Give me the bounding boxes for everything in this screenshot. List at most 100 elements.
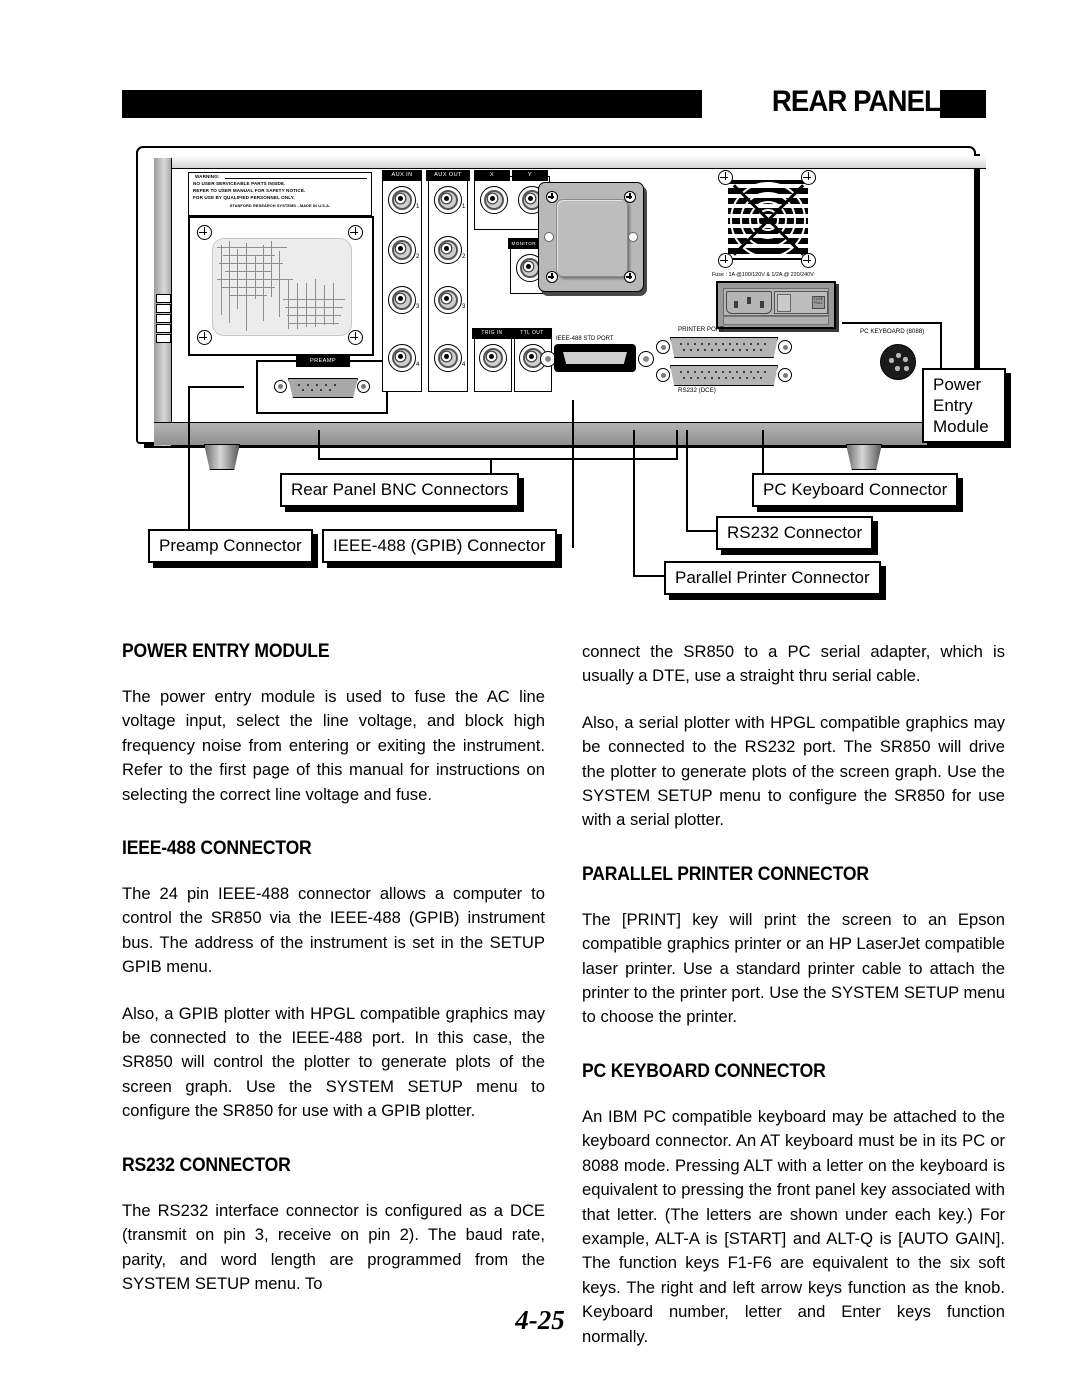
heading-ieee488-connector: IEEE-488 CONNECTOR	[122, 837, 312, 860]
power-entry-inner: FUSE PULL	[723, 288, 829, 316]
callout-gpib-connector: IEEE-488 (GPIB) Connector	[322, 529, 557, 563]
screw-icon	[546, 191, 558, 203]
screw-icon	[197, 330, 212, 345]
heading-parallel-printer-connector: PARALLEL PRINTER CONNECTOR	[582, 862, 869, 885]
screw-icon	[348, 330, 363, 345]
screw-icon	[718, 170, 733, 185]
warning-title: WARNING:	[195, 174, 220, 179]
page-title: REAR PANEL	[771, 85, 941, 118]
pc-keyboard-connector	[880, 344, 916, 380]
db-ear	[778, 368, 792, 382]
fan-cross-bars	[722, 174, 814, 266]
bnc-connector-aux-in-3	[388, 286, 416, 314]
db25-pins	[671, 366, 777, 385]
paragraph-power-entry-1: The power entry module is used to fuse t…	[122, 687, 545, 804]
screw-icon	[718, 253, 733, 268]
bnc-number: 1	[416, 204, 420, 210]
chassis: WARNING: NO USER SERVICEABLE PARTS INSID…	[136, 146, 986, 470]
printer-port-label: PRINTER PORT	[678, 326, 724, 333]
bnc-number: 1	[462, 204, 466, 210]
callout-pc-keyboard-connector: PC Keyboard Connector	[752, 473, 959, 507]
y-output-label: Y	[512, 170, 548, 181]
bnc-connector-aux-in-1	[388, 186, 416, 214]
rail-notch	[156, 304, 171, 313]
power-entry-module: FUSE PULL	[716, 281, 836, 329]
page-number: 4-25	[515, 1305, 565, 1335]
ttl-out-label: TTL OUT	[512, 328, 552, 339]
warning-line-2: REFER TO USER MANUAL FOR SAFETY NOTICE.	[193, 188, 306, 193]
left-text-column: POWER ENTRY MODULE The power entry modul…	[122, 640, 545, 1296]
leader-line	[318, 458, 678, 460]
voltage-selector: FUSE PULL	[774, 291, 828, 314]
manual-page: REAR PANEL WARNING: NO USER SERVICEABLE …	[0, 0, 1080, 1397]
leader-line	[842, 322, 942, 324]
header-end-square	[940, 90, 986, 118]
warning-maker: STANFORD RESEARCH SYSTEMS - MADE IN U.S.…	[229, 203, 331, 208]
paragraph-rs232-cont-1: connect the SR850 to a PC serial adapter…	[582, 642, 1005, 686]
bnc-number: 2	[416, 254, 420, 260]
bnc-connector-aux-in-4	[388, 344, 416, 372]
db-ear	[656, 340, 670, 354]
screw-icon	[624, 271, 636, 283]
leader-line	[188, 386, 244, 388]
rail-notch	[156, 324, 171, 333]
bnc-connector-aux-out-1	[434, 186, 462, 214]
gpib-ear	[638, 351, 654, 367]
dsub-ear	[357, 380, 370, 393]
dsub-9pin-shell	[288, 378, 358, 398]
voltage-selector-slider	[777, 294, 791, 312]
db25-pins	[671, 338, 777, 357]
plate-inner	[556, 199, 628, 277]
heading-power-entry-module: POWER ENTRY MODULE	[122, 640, 330, 662]
leader-line	[676, 430, 678, 460]
blank-cover-plate	[538, 182, 644, 292]
screw-icon	[801, 170, 816, 185]
leader-line	[318, 430, 320, 460]
chassis-foot	[846, 444, 882, 470]
screw-icon	[624, 191, 636, 203]
callout-parallel-printer-connector: Parallel Printer Connector	[664, 561, 881, 595]
bnc-number: 2	[462, 254, 466, 260]
bnc-number: 4	[416, 362, 420, 368]
callout-rs232-connector: RS232 Connector	[716, 516, 874, 550]
rail-notch	[156, 314, 171, 323]
vent-grille-mesh	[212, 238, 352, 336]
bnc-connector-x	[480, 186, 508, 214]
preamp-port-label: PREAMP	[296, 356, 350, 367]
chassis-top-bevel	[154, 156, 986, 169]
db-ear	[656, 368, 670, 382]
paragraph-rs232-cont-2: Also, a serial plotter with HPGL compati…	[582, 712, 1005, 830]
paragraph-ieee488-2: Also, a GPIB plotter with HPGL compatibl…	[122, 1003, 545, 1121]
screw-icon	[348, 225, 363, 240]
x-output-label: X	[474, 170, 510, 181]
warning-line-3: FOR USE BY QUALIFIED PERSONNEL ONLY.	[193, 195, 295, 200]
fuse-rating-label: Fuse : 1A @100/120V & 1/2A @ 220/240V	[712, 272, 814, 278]
bnc-number: 3	[416, 304, 420, 310]
parallel-printer-connector	[670, 337, 778, 358]
bnc-connector-aux-out-2	[434, 236, 462, 264]
warning-label: WARNING: NO USER SERVICEABLE PARTS INSID…	[188, 172, 372, 216]
bnc-connector-aux-out-4	[434, 344, 462, 372]
aux-in-label: AUX IN	[382, 170, 422, 181]
warning-rule	[225, 177, 367, 179]
dsub-pins	[289, 379, 357, 397]
bnc-number: 3	[462, 304, 466, 310]
fuse-holder: FUSE PULL	[812, 296, 825, 309]
screw-icon	[546, 271, 558, 283]
iec-inlet	[726, 291, 772, 314]
leader-line	[633, 430, 635, 577]
leader-line	[686, 430, 688, 532]
callout-bnc-connectors: Rear Panel BNC Connectors	[280, 473, 520, 507]
vent-panel	[188, 216, 374, 356]
db-ear	[778, 340, 792, 354]
chassis-bottom-rail	[154, 422, 986, 445]
gpib-slot	[563, 352, 627, 364]
bnc-number: 4	[462, 362, 466, 368]
paragraph-rs232-1: The RS232 interface connector is configu…	[122, 1200, 545, 1293]
bnc-connector-trig-in	[479, 344, 507, 372]
bnc-connector-aux-out-3	[434, 286, 462, 314]
callout-power-entry-module: Power Entry Module	[922, 368, 1006, 443]
rail-notch	[156, 334, 171, 343]
bnc-connector-aux-in-2	[388, 236, 416, 264]
preamp-connector: PREAMP	[256, 356, 388, 414]
